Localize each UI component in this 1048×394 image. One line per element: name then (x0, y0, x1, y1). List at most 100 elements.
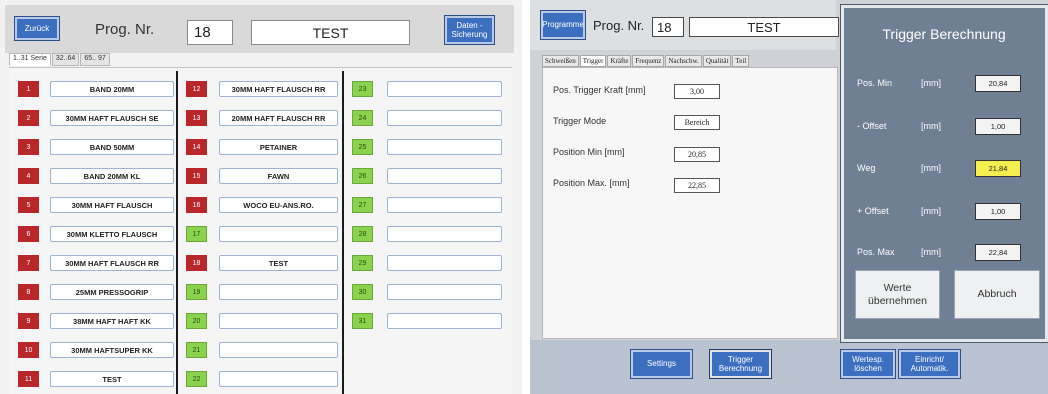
program-name-field[interactable]: TEST (251, 20, 410, 45)
slot-program-name[interactable] (387, 168, 502, 184)
program-slot[interactable]: 19 (186, 284, 338, 300)
slot-program-name[interactable]: TEST (50, 371, 174, 387)
program-slot[interactable]: 9 38MM HAFT HAFT KK (18, 313, 174, 329)
slot-number-badge[interactable]: 20 (186, 313, 207, 329)
tab-range-1-31[interactable]: 1..31 Serie (9, 53, 51, 66)
slot-program-name[interactable]: BAND 20MM (50, 81, 174, 97)
program-slot[interactable]: 10 30MM HAFTSUPER KK (18, 342, 174, 358)
settings-button[interactable]: Settings (631, 350, 692, 378)
slot-program-name[interactable] (219, 342, 338, 358)
tab-nachschw[interactable]: Nachschw. (665, 55, 702, 67)
program-slot[interactable]: 13 20MM HAFT FLAUSCH RR (186, 110, 338, 126)
program-slot[interactable]: 3 BAND 50MM (18, 139, 174, 155)
slot-number-badge[interactable]: 25 (352, 139, 373, 155)
slot-number-badge[interactable]: 3 (18, 139, 39, 155)
program-name-field[interactable]: TEST (689, 17, 839, 37)
position-min-field[interactable]: 20,85 (674, 147, 720, 162)
tab-trigger[interactable]: Trigger (579, 55, 607, 67)
program-slot[interactable]: 30 (352, 284, 502, 300)
program-slot[interactable]: 23 (352, 81, 502, 97)
slot-program-name[interactable]: PETAINER (219, 139, 338, 155)
tab-frequenz[interactable]: Frequenz (632, 55, 665, 67)
trigger-mode-field[interactable]: Bereich (674, 115, 720, 130)
slot-number-badge[interactable]: 18 (186, 255, 207, 271)
back-button[interactable]: Zurück (15, 17, 59, 40)
clear-values-button[interactable]: Wertesp. löschen (841, 350, 895, 378)
slot-number-badge[interactable]: 22 (186, 371, 207, 387)
program-slot[interactable]: 27 (352, 197, 502, 213)
slot-program-name[interactable]: 20MM HAFT FLAUSCH RR (219, 110, 338, 126)
program-slot[interactable]: 17 (186, 226, 338, 242)
slot-program-name[interactable]: 30MM HAFT FLAUSCH SE (50, 110, 174, 126)
program-slot[interactable]: 21 (186, 342, 338, 358)
slot-number-badge[interactable]: 17 (186, 226, 207, 242)
slot-program-name[interactable]: BAND 50MM (50, 139, 174, 155)
slot-program-name[interactable]: 30MM HAFT FLAUSCH RR (50, 255, 174, 271)
tab-schweissen[interactable]: Schweißen (542, 55, 579, 67)
slot-number-badge[interactable]: 8 (18, 284, 39, 300)
program-slot[interactable]: 5 30MM HAFT FLAUSCH (18, 197, 174, 213)
program-slot[interactable]: 6 30MM KLETTO FLAUSCH (18, 226, 174, 242)
program-slot[interactable]: 1 BAND 20MM (18, 81, 174, 97)
slot-program-name[interactable]: 25MM PRESSOGRIP (50, 284, 174, 300)
slot-number-badge[interactable]: 23 (352, 81, 373, 97)
slot-program-name[interactable]: 30MM HAFT FLAUSCH RR (219, 81, 338, 97)
slot-number-badge[interactable]: 24 (352, 110, 373, 126)
program-slot[interactable]: 12 30MM HAFT FLAUSCH RR (186, 81, 338, 97)
slot-number-badge[interactable]: 15 (186, 168, 207, 184)
slot-number-badge[interactable]: 4 (18, 168, 39, 184)
slot-number-badge[interactable]: 21 (186, 342, 207, 358)
tab-kraefte[interactable]: Kräfte (607, 55, 632, 67)
slot-number-badge[interactable]: 31 (352, 313, 373, 329)
program-slot[interactable]: 16 WOCO EU-ANS.RO. (186, 197, 338, 213)
program-slot[interactable]: 18 TEST (186, 255, 338, 271)
slot-number-badge[interactable]: 28 (352, 226, 373, 242)
slot-program-name[interactable] (387, 313, 502, 329)
plus-offset-field[interactable]: 1,00 (975, 203, 1021, 220)
slot-program-name[interactable] (219, 226, 338, 242)
cancel-button[interactable]: Abbruch (954, 270, 1040, 319)
program-slot[interactable]: 2 30MM HAFT FLAUSCH SE (18, 110, 174, 126)
program-slot[interactable]: 28 (352, 226, 502, 242)
tab-teil[interactable]: Teil (732, 55, 750, 67)
slot-program-name[interactable] (387, 81, 502, 97)
slot-program-name[interactable] (387, 139, 502, 155)
program-slot[interactable]: 29 (352, 255, 502, 271)
pos-min-field[interactable]: 20,84 (975, 75, 1021, 92)
program-slot[interactable]: 22 (186, 371, 338, 387)
slot-number-badge[interactable]: 30 (352, 284, 373, 300)
slot-program-name[interactable] (387, 226, 502, 242)
program-slot[interactable]: 14 PETAINER (186, 139, 338, 155)
program-slot[interactable]: 8 25MM PRESSOGRIP (18, 284, 174, 300)
program-slot[interactable]: 20 (186, 313, 338, 329)
apply-values-button[interactable]: Werte übernehmen (855, 270, 940, 319)
program-slot[interactable]: 26 (352, 168, 502, 184)
slot-number-badge[interactable]: 14 (186, 139, 207, 155)
program-slot[interactable]: 24 (352, 110, 502, 126)
slot-number-badge[interactable]: 26 (352, 168, 373, 184)
slot-program-name[interactable] (387, 255, 502, 271)
minus-offset-field[interactable]: 1,00 (975, 118, 1021, 135)
program-slot[interactable]: 31 (352, 313, 502, 329)
slot-program-name[interactable]: FAWN (219, 168, 338, 184)
position-max-field[interactable]: 22,85 (674, 178, 720, 193)
slot-program-name[interactable] (219, 313, 338, 329)
slot-number-badge[interactable]: 1 (18, 81, 39, 97)
program-slot[interactable]: 25 (352, 139, 502, 155)
program-slot[interactable]: 11 TEST (18, 371, 174, 387)
slot-number-badge[interactable]: 19 (186, 284, 207, 300)
slot-number-badge[interactable]: 5 (18, 197, 39, 213)
tab-range-65-97[interactable]: 65.. 97 (80, 53, 110, 66)
slot-number-badge[interactable]: 16 (186, 197, 207, 213)
slot-program-name[interactable]: 30MM KLETTO FLAUSCH (50, 226, 174, 242)
program-number-field[interactable]: 18 (652, 17, 684, 37)
tab-qualitaet[interactable]: Qualität (702, 55, 732, 67)
slot-number-badge[interactable]: 6 (18, 226, 39, 242)
slot-program-name[interactable] (387, 197, 502, 213)
slot-program-name[interactable] (219, 371, 338, 387)
programs-button[interactable]: Programme (541, 11, 585, 39)
slot-program-name[interactable]: BAND 20MM KL (50, 168, 174, 184)
slot-program-name[interactable]: WOCO EU-ANS.RO. (219, 197, 338, 213)
slot-program-name[interactable]: 30MM HAFTSUPER KK (50, 342, 174, 358)
slot-number-badge[interactable]: 13 (186, 110, 207, 126)
